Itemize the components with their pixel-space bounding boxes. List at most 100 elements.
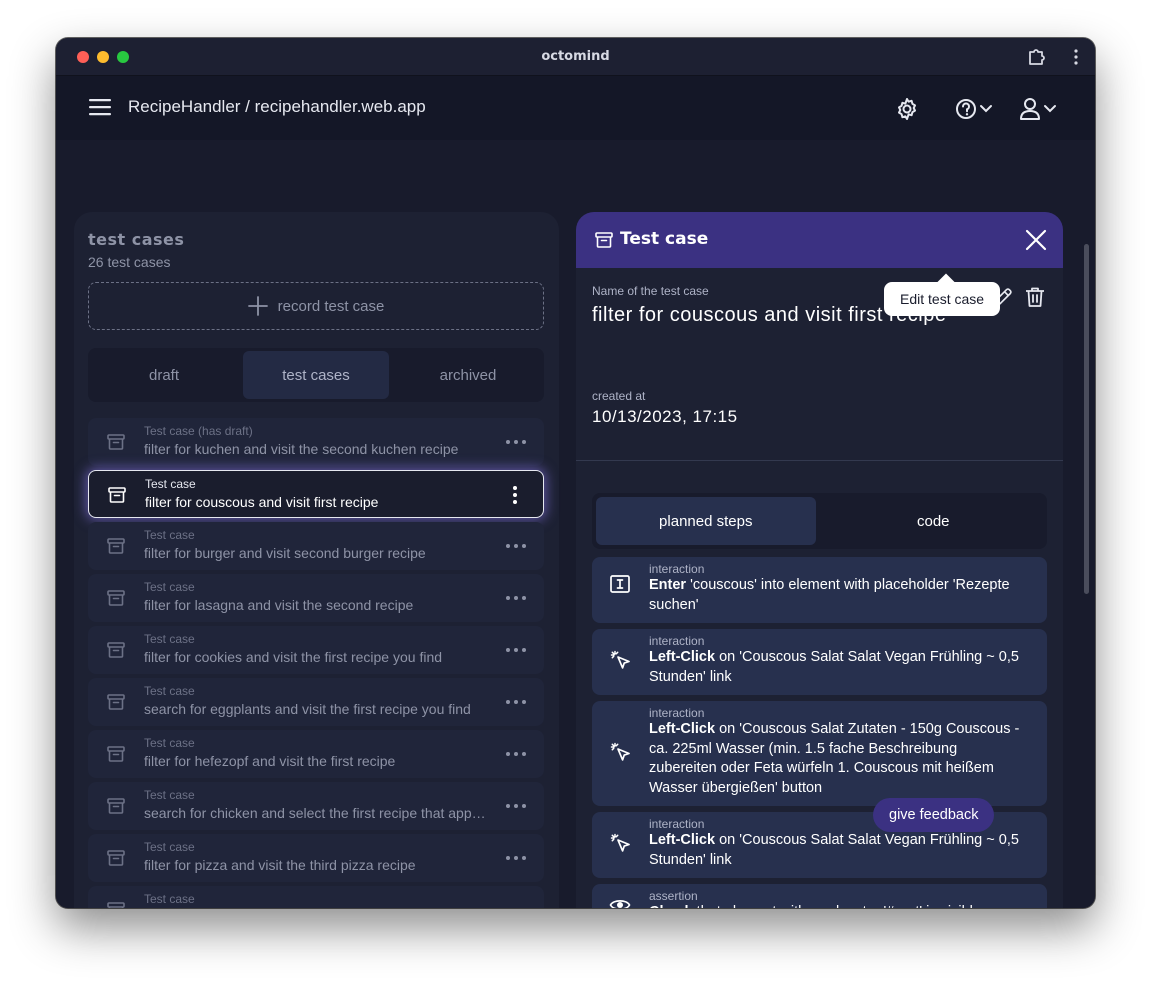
test-case-item[interactable]: Test case filter for pizza and visit the … <box>88 834 544 882</box>
test-case-kind: Test case <box>144 580 195 594</box>
project-breadcrumb[interactable]: RecipeHandler / recipehandler.web.app <box>128 97 426 117</box>
step-description: Enter 'couscous' into element with place… <box>649 576 1027 615</box>
close-icon[interactable] <box>1025 229 1047 251</box>
step-action: Check <box>649 904 693 908</box>
app-header: RecipeHandler / recipehandler.web.app <box>56 76 1095 140</box>
test-case-name: filter for lasagna and visit the second … <box>144 597 414 613</box>
panel-title: test cases <box>88 230 185 249</box>
created-label: created at <box>592 389 646 403</box>
more-options-icon[interactable] <box>504 432 528 452</box>
test-case-name: filter for pizza and visit the third piz… <box>144 857 416 873</box>
help-menu-icon[interactable] <box>955 96 995 122</box>
window-title: octomind <box>541 49 610 64</box>
browser-menu-icon[interactable] <box>1071 47 1081 67</box>
eye-icon <box>609 894 631 908</box>
window-titlebar: octomind <box>56 38 1095 76</box>
more-options-icon[interactable] <box>504 640 528 660</box>
step-kind: interaction <box>649 706 705 720</box>
step-action: Left-Click <box>649 832 716 848</box>
test-case-kind: Test case <box>144 684 195 698</box>
test-case-item[interactable]: Test case filter for lasagna and visit th… <box>88 574 544 622</box>
test-case-item[interactable]: Test case filter for hefezopf and visit t… <box>88 730 544 778</box>
test-case-name: filter for couscous and visit first reci… <box>145 494 379 510</box>
give-feedback-button[interactable]: give feedback <box>873 798 995 832</box>
more-options-icon[interactable] <box>503 485 527 505</box>
archive-box-icon <box>106 848 126 868</box>
archive-box-icon <box>595 232 613 248</box>
edit-tooltip: Edit test case <box>884 282 1001 316</box>
tab-draft[interactable]: draft <box>91 351 237 399</box>
step-description: Left-Click on 'Couscous Salat Salat Vega… <box>649 831 1027 870</box>
step-text: 'couscous' into element with placeholder… <box>649 577 1010 613</box>
step-description: Left-Click on 'Couscous Salat Salat Vega… <box>649 648 1027 687</box>
scrollbar[interactable] <box>1084 244 1089 594</box>
test-case-item[interactable]: Test case filter for cookies and visit th… <box>88 626 544 674</box>
step-card[interactable]: interaction Enter 'couscous' into element… <box>592 557 1047 623</box>
step-card[interactable]: interaction Left-Click on 'Couscous Salat… <box>592 701 1047 806</box>
tab-archived[interactable]: archived <box>395 351 541 399</box>
test-case-list: Test case (has draft) filter for kuchen a… <box>88 418 544 908</box>
test-cases-panel: test cases 26 test cases record test cas… <box>74 212 559 908</box>
tab-code[interactable]: code <box>824 497 1044 545</box>
test-case-name: search for chicken and select the first … <box>144 805 490 821</box>
created-value: 10/13/2023, 17:15 <box>592 407 738 426</box>
test-case-name: filter for burger and visit second burge… <box>144 545 426 561</box>
test-case-kind: Test case <box>144 632 195 646</box>
test-case-item[interactable]: Test case search for eggplants and visit … <box>88 678 544 726</box>
test-case-name: filter for hefezopf and visit the first … <box>144 753 396 769</box>
more-options-icon[interactable] <box>504 900 528 908</box>
more-options-icon[interactable] <box>504 796 528 816</box>
archive-box-icon <box>106 900 126 908</box>
step-kind: interaction <box>649 634 705 648</box>
detail-header: Test case <box>576 212 1063 268</box>
archive-box-icon <box>106 744 126 764</box>
step-card[interactable]: assertionCheck that element with css loc… <box>592 884 1047 908</box>
more-options-icon[interactable] <box>504 744 528 764</box>
test-case-item[interactable]: Test case search for chicken and select t… <box>88 782 544 830</box>
gear-icon[interactable] <box>895 97 919 121</box>
extension-icon[interactable] <box>1026 47 1046 67</box>
detail-tabs: planned steps code <box>592 493 1047 549</box>
test-case-kind: Test case <box>145 477 196 491</box>
cursor-click-icon <box>609 649 631 671</box>
record-test-case-button[interactable]: record test case <box>88 282 544 330</box>
tab-test-cases[interactable]: test cases <box>243 351 389 399</box>
test-case-item[interactable]: Test case filter for couscous and visit f… <box>88 470 544 518</box>
archive-box-icon <box>106 432 126 452</box>
more-options-icon[interactable] <box>504 536 528 556</box>
test-case-item[interactable]: Test case filter for burger and visit sec… <box>88 522 544 570</box>
test-case-kind: Test case (has draft) <box>144 424 253 438</box>
step-card[interactable]: interaction Left-Click on 'Couscous Salat… <box>592 629 1047 695</box>
user-menu-icon[interactable] <box>1019 96 1059 122</box>
divider <box>576 460 1063 461</box>
test-case-kind: Test case <box>144 528 195 542</box>
detail-title: Test case <box>620 229 709 249</box>
test-case-item[interactable]: Test case (has draft) filter for kuchen a… <box>88 418 544 466</box>
trash-icon[interactable] <box>1025 286 1045 308</box>
menu-icon[interactable] <box>89 98 111 116</box>
test-case-kind: Test case <box>144 736 195 750</box>
record-label: record test case <box>277 297 385 315</box>
step-description: Check that element with css locator '#ro… <box>649 903 1027 908</box>
more-options-icon[interactable] <box>504 588 528 608</box>
planned-steps-list: interaction Enter 'couscous' into element… <box>592 557 1047 908</box>
cursor-click-icon <box>609 832 631 854</box>
cursor-click-icon <box>609 741 631 763</box>
more-options-icon[interactable] <box>504 692 528 712</box>
step-action: Enter <box>649 577 687 593</box>
archive-box-icon <box>106 692 126 712</box>
test-case-kind: Test case <box>144 892 195 906</box>
archive-box-icon <box>107 485 127 505</box>
main-content: test cases 26 test cases record test cas… <box>56 140 1095 908</box>
test-case-item[interactable]: Test case <box>88 886 544 908</box>
tab-planned-steps[interactable]: planned steps <box>596 497 816 545</box>
test-case-name: filter for kuchen and visit the second k… <box>144 441 459 457</box>
step-action: Left-Click <box>649 721 716 737</box>
test-case-kind: Test case <box>144 840 195 854</box>
step-kind: interaction <box>649 562 705 576</box>
test-case-name: search for eggplants and visit the first… <box>144 701 471 717</box>
status-tabs: draft test cases archived <box>88 348 544 402</box>
step-kind: assertion <box>649 889 698 903</box>
archive-box-icon <box>106 588 126 608</box>
more-options-icon[interactable] <box>504 848 528 868</box>
